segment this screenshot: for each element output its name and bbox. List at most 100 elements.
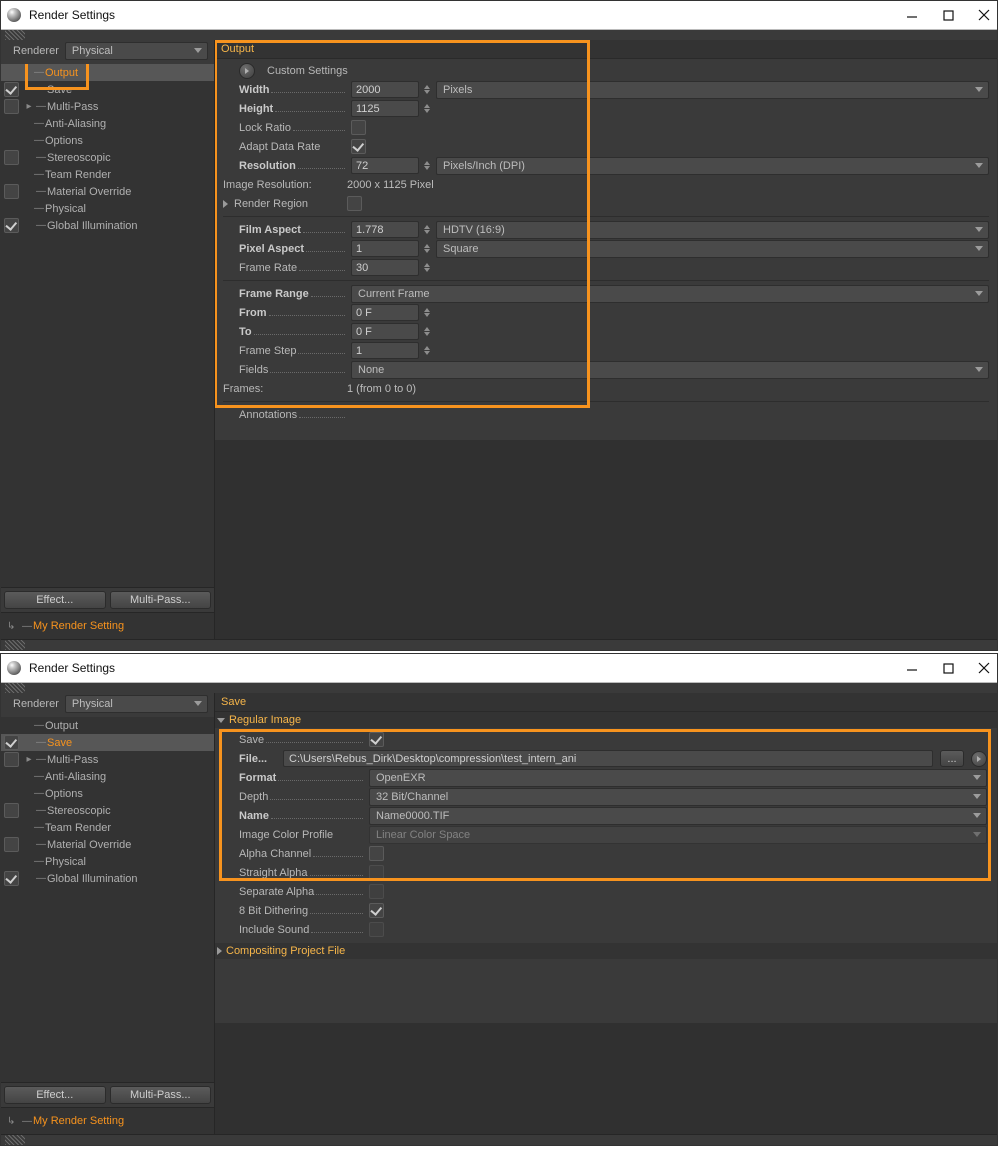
- film-aspect-input[interactable]: 1.778: [351, 221, 419, 238]
- sidebar-item-label: Team Render: [45, 822, 111, 834]
- alpha-channel-checkbox[interactable]: [369, 846, 384, 861]
- renderer-select[interactable]: Physical: [65, 695, 208, 713]
- resolution-spinner[interactable]: [424, 157, 432, 174]
- sidebar-item-label: Options: [45, 135, 83, 147]
- render-region-checkbox[interactable]: [347, 196, 362, 211]
- grip-handle[interactable]: [5, 683, 25, 693]
- depth-select[interactable]: 32 Bit/Channel: [369, 788, 987, 806]
- sidebar-item-multi-pass[interactable]: ▸—Multi-Pass: [1, 98, 214, 115]
- include-sound-checkbox: [369, 922, 384, 937]
- minimize-button[interactable]: [905, 8, 919, 22]
- film-aspect-preset-select[interactable]: HDTV (16:9): [436, 221, 989, 239]
- compositing-project-file-header[interactable]: Compositing Project File: [215, 943, 997, 959]
- sidebar-item-material-override[interactable]: —Material Override: [1, 836, 214, 853]
- to-input[interactable]: 0 F: [351, 323, 419, 340]
- sidebar-item-checkbox[interactable]: [4, 837, 19, 852]
- file-browse-button[interactable]: ...: [940, 750, 964, 767]
- sidebar-item-physical[interactable]: —Physical: [1, 200, 214, 217]
- from-input[interactable]: 0 F: [351, 304, 419, 321]
- my-render-setting[interactable]: ↳ — My Render Setting: [1, 612, 214, 639]
- sidebar-item-checkbox[interactable]: [4, 218, 19, 233]
- titlebar[interactable]: Render Settings: [1, 654, 997, 683]
- close-button[interactable]: [977, 661, 991, 675]
- fields-select[interactable]: None: [351, 361, 989, 379]
- width-input[interactable]: 2000: [351, 81, 419, 98]
- my-render-setting[interactable]: ↳ — My Render Setting: [1, 1107, 214, 1134]
- sidebar-item-global-illumination[interactable]: —Global Illumination: [1, 217, 214, 234]
- renderer-select[interactable]: Physical: [65, 42, 208, 60]
- sidebar-item-label: Global Illumination: [47, 873, 138, 885]
- sidebar-item-team-render[interactable]: —Team Render: [1, 166, 214, 183]
- dithering-checkbox[interactable]: [369, 903, 384, 918]
- frame-rate-spinner[interactable]: [424, 259, 432, 276]
- sidebar-item-label: Output: [45, 720, 78, 732]
- sidebar-item-save[interactable]: —Save: [1, 734, 214, 751]
- sidebar-item-stereoscopic[interactable]: —Stereoscopic: [1, 149, 214, 166]
- width-unit-select[interactable]: Pixels: [436, 81, 989, 99]
- grip-handle[interactable]: [5, 640, 25, 650]
- multipass-button[interactable]: Multi-Pass...: [110, 591, 212, 609]
- sidebar-item-output[interactable]: —Output: [1, 64, 214, 81]
- pixel-aspect-preset-select[interactable]: Square: [436, 240, 989, 258]
- multipass-button[interactable]: Multi-Pass...: [110, 1086, 212, 1104]
- regular-image-header[interactable]: Regular Image: [215, 712, 997, 728]
- window-title: Render Settings: [29, 8, 905, 22]
- height-spinner[interactable]: [424, 100, 432, 117]
- sidebar-item-global-illumination[interactable]: —Global Illumination: [1, 870, 214, 887]
- sidebar-item-options[interactable]: —Options: [1, 785, 214, 802]
- to-spinner[interactable]: [424, 323, 432, 340]
- from-spinner[interactable]: [424, 304, 432, 321]
- grip-handle[interactable]: [5, 30, 25, 40]
- file-path-input[interactable]: C:\Users\Rebus_Dirk\Desktop\compression\…: [283, 750, 933, 767]
- lock-ratio-checkbox[interactable]: [351, 120, 366, 135]
- separate-alpha-checkbox: [369, 884, 384, 899]
- sidebar-item-team-render[interactable]: —Team Render: [1, 819, 214, 836]
- titlebar[interactable]: Render Settings: [1, 1, 997, 30]
- sidebar-item-checkbox[interactable]: [4, 752, 19, 767]
- sidebar-item-checkbox[interactable]: [4, 803, 19, 818]
- frame-rate-input[interactable]: 30: [351, 259, 419, 276]
- frame-step-spinner[interactable]: [424, 342, 432, 359]
- width-spinner[interactable]: [424, 81, 432, 98]
- format-select[interactable]: OpenEXR: [369, 769, 987, 787]
- sidebar-item-output[interactable]: —Output: [1, 717, 214, 734]
- sidebar-item-multi-pass[interactable]: ▸—Multi-Pass: [1, 751, 214, 768]
- sidebar-item-anti-aliasing[interactable]: —Anti-Aliasing: [1, 768, 214, 785]
- resolution-input[interactable]: 72: [351, 157, 419, 174]
- sidebar-item-checkbox[interactable]: [4, 735, 19, 750]
- resolution-unit-select[interactable]: Pixels/Inch (DPI): [436, 157, 989, 175]
- sidebar-item-physical[interactable]: —Physical: [1, 853, 214, 870]
- sidebar-item-label: Multi-Pass: [47, 101, 98, 113]
- grip-handle[interactable]: [5, 1135, 25, 1145]
- sidebar: Renderer Physical —Output—Save▸—Multi-Pa…: [1, 40, 215, 639]
- file-menu-button[interactable]: [971, 751, 987, 767]
- sidebar-item-checkbox[interactable]: [4, 184, 19, 199]
- sidebar-item-checkbox[interactable]: [4, 99, 19, 114]
- preset-button[interactable]: [239, 63, 255, 79]
- sidebar-item-options[interactable]: —Options: [1, 132, 214, 149]
- output-panel: Output Custom Settings Width 2000 Pixels…: [215, 40, 997, 639]
- maximize-button[interactable]: [941, 661, 955, 675]
- maximize-button[interactable]: [941, 8, 955, 22]
- sidebar-item-anti-aliasing[interactable]: —Anti-Aliasing: [1, 115, 214, 132]
- adapt-data-rate-checkbox[interactable]: [351, 139, 366, 154]
- sidebar-item-save[interactable]: —Save: [1, 81, 214, 98]
- sidebar-item-material-override[interactable]: —Material Override: [1, 183, 214, 200]
- film-aspect-spinner[interactable]: [424, 221, 432, 238]
- save-checkbox[interactable]: [369, 732, 384, 747]
- minimize-button[interactable]: [905, 661, 919, 675]
- effect-button[interactable]: Effect...: [4, 591, 106, 609]
- name-select[interactable]: Name0000.TIF: [369, 807, 987, 825]
- sidebar-item-checkbox[interactable]: [4, 871, 19, 886]
- frame-range-select[interactable]: Current Frame: [351, 285, 989, 303]
- sidebar-item-checkbox[interactable]: [4, 82, 19, 97]
- sidebar-item-checkbox[interactable]: [4, 150, 19, 165]
- render-region-expand-icon[interactable]: [223, 200, 228, 208]
- effect-button[interactable]: Effect...: [4, 1086, 106, 1104]
- height-input[interactable]: 1125: [351, 100, 419, 117]
- close-button[interactable]: [977, 8, 991, 22]
- pixel-aspect-input[interactable]: 1: [351, 240, 419, 257]
- pixel-aspect-spinner[interactable]: [424, 240, 432, 257]
- sidebar-item-stereoscopic[interactable]: —Stereoscopic: [1, 802, 214, 819]
- frame-step-input[interactable]: 1: [351, 342, 419, 359]
